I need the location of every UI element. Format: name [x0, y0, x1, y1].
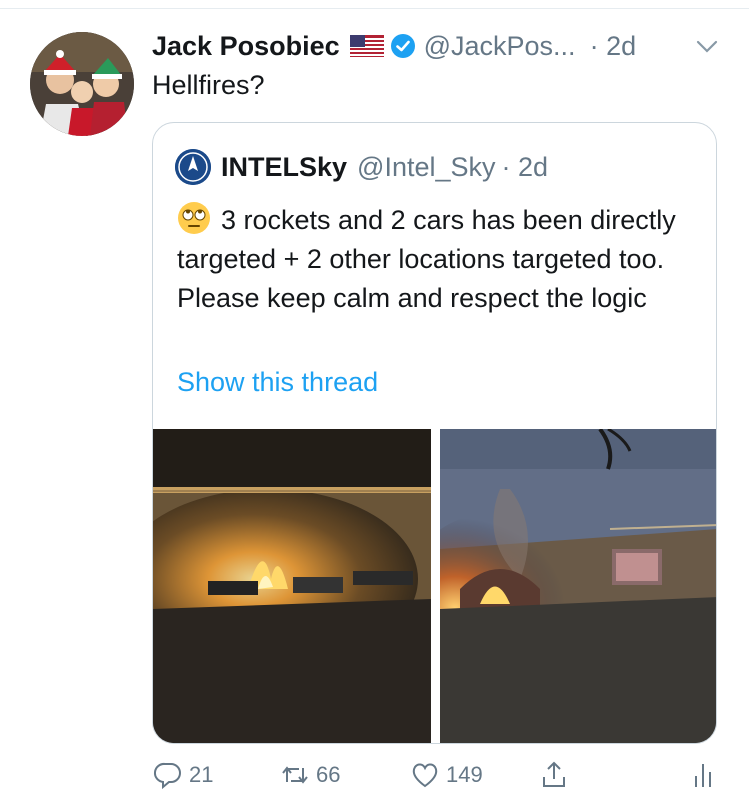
analytics-button[interactable]: [688, 760, 718, 790]
author-name[interactable]: Jack Posobiec: [152, 31, 340, 62]
quote-header: INTELSky @Intel_Sky · 2d: [175, 149, 548, 185]
tweet-text: Hellfires?: [152, 70, 265, 100]
quoted-tweet-card[interactable]: INTELSky @Intel_Sky · 2d 3 rockets and 2…: [152, 122, 717, 744]
quote-time[interactable]: · 2d: [502, 152, 549, 183]
tweet-time[interactable]: · 2d: [590, 31, 637, 62]
like-button[interactable]: 149: [410, 760, 483, 790]
share-icon: [543, 761, 565, 787]
tweet-header: Jack Posobiec @JackPos... · 2d: [152, 28, 729, 64]
chevron-down-icon[interactable]: [694, 34, 720, 60]
tweet-actions: 21 66 149: [0, 760, 749, 796]
top-divider: [0, 8, 749, 9]
quote-author-avatar: [175, 149, 211, 185]
quote-author-name[interactable]: INTELSky: [221, 152, 347, 183]
us-flag-icon: [349, 35, 384, 57]
quote-photo-left[interactable]: [153, 429, 431, 743]
quote-photo-right[interactable]: [440, 429, 716, 743]
verified-badge-icon: [390, 33, 416, 59]
quote-author-handle[interactable]: @Intel_Sky: [357, 152, 495, 183]
reply-count: 21: [189, 762, 214, 787]
share-button[interactable]: [539, 760, 569, 790]
heart-icon: [412, 763, 438, 788]
author-avatar[interactable]: [30, 32, 134, 136]
analytics-icon: [695, 764, 711, 787]
quote-text: 3 rockets and 2 cars has been directly t…: [177, 205, 676, 313]
reply-button[interactable]: 21: [153, 760, 213, 790]
retweet-button[interactable]: 66: [280, 760, 340, 790]
author-handle[interactable]: @JackPos...: [424, 31, 576, 62]
like-count: 149: [446, 762, 483, 787]
quote-text-block: 3 rockets and 2 cars has been directly t…: [177, 201, 697, 318]
reply-icon: [154, 762, 181, 790]
retweet-icon: [282, 766, 308, 784]
retweet-count: 66: [316, 762, 341, 787]
eye-roll-emoji-icon: [177, 201, 211, 235]
show-thread-link[interactable]: Show this thread: [177, 367, 378, 398]
